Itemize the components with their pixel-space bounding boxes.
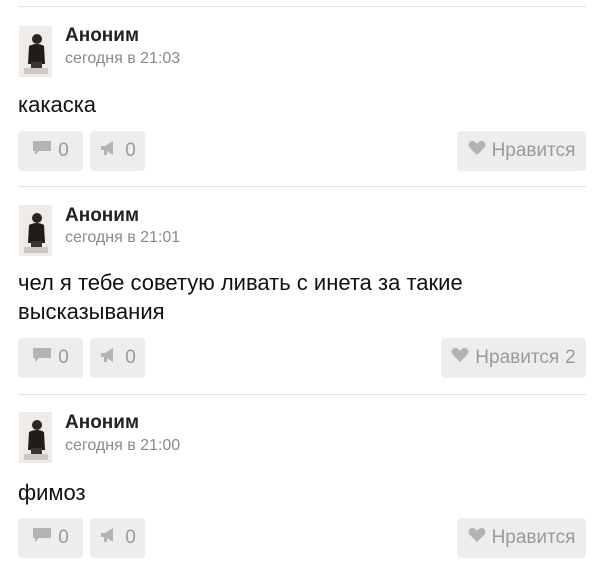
megaphone-icon bbox=[99, 527, 119, 549]
divider bbox=[18, 6, 586, 7]
like-label: Нравится bbox=[475, 347, 560, 368]
post-text: чел я тебе советую ливать с инета за так… bbox=[18, 270, 463, 324]
repost-button[interactable]: 0 bbox=[90, 131, 145, 171]
repost-count: 0 bbox=[125, 527, 136, 548]
post-time: сегодня в 21:01 bbox=[65, 229, 181, 246]
comment-icon bbox=[32, 527, 52, 549]
like-button[interactable]: Нравится bbox=[457, 518, 586, 558]
comment-count: 0 bbox=[58, 140, 69, 161]
comment-button[interactable]: 0 bbox=[18, 518, 83, 558]
avatar-image bbox=[19, 205, 52, 256]
avatar-image bbox=[19, 412, 52, 463]
megaphone-icon bbox=[99, 140, 119, 162]
avatar-image bbox=[19, 26, 52, 77]
like-button[interactable]: Нравится 2 bbox=[441, 338, 586, 378]
comment-icon bbox=[32, 140, 52, 162]
repost-button[interactable]: 0 bbox=[90, 518, 145, 558]
post-text: какаска bbox=[18, 92, 97, 117]
avatar[interactable] bbox=[19, 26, 52, 77]
divider bbox=[18, 394, 586, 395]
post-time: сегодня в 21:03 bbox=[65, 50, 181, 67]
megaphone-icon bbox=[99, 347, 119, 369]
like-count: 2 bbox=[565, 347, 576, 368]
heart-icon bbox=[468, 140, 486, 162]
comment-button[interactable]: 0 bbox=[18, 131, 83, 171]
repost-count: 0 bbox=[125, 347, 136, 368]
author-name[interactable]: Аноним bbox=[65, 412, 139, 434]
like-button[interactable]: Нравится bbox=[457, 131, 586, 171]
avatar[interactable] bbox=[19, 412, 52, 463]
divider bbox=[18, 186, 586, 187]
like-label: Нравится bbox=[491, 140, 576, 161]
comment-count: 0 bbox=[58, 347, 69, 368]
comment-icon bbox=[32, 347, 52, 369]
avatar[interactable] bbox=[19, 205, 52, 256]
post-text: фимоз bbox=[18, 480, 86, 505]
author-name[interactable]: Аноним bbox=[65, 25, 139, 47]
author-name[interactable]: Аноним bbox=[65, 205, 139, 227]
heart-icon bbox=[468, 527, 486, 549]
like-label: Нравится bbox=[491, 527, 576, 548]
comment-button[interactable]: 0 bbox=[18, 338, 83, 378]
repost-button[interactable]: 0 bbox=[90, 338, 145, 378]
comment-count: 0 bbox=[58, 527, 69, 548]
post-time: сегодня в 21:00 bbox=[65, 437, 181, 454]
heart-icon bbox=[451, 347, 469, 369]
repost-count: 0 bbox=[125, 140, 136, 161]
